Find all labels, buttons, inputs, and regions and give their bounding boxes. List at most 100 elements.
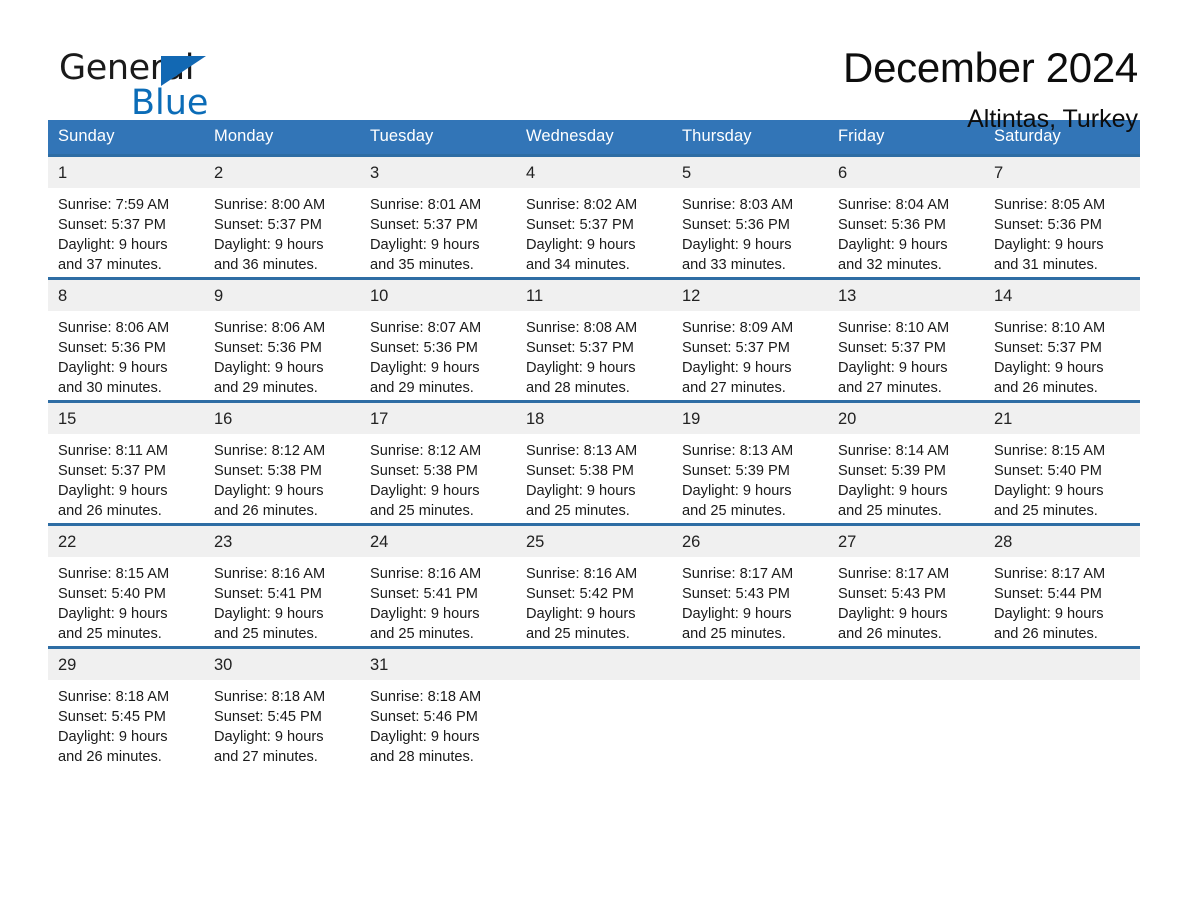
sunrise-text: Sunrise: 8:10 AM	[994, 320, 1106, 336]
sunrise-text: Sunrise: 8:07 AM	[370, 320, 482, 336]
sunset-text: Sunset: 5:37 PM	[682, 340, 790, 356]
daylight-text-line2: and 27 minutes.	[214, 749, 318, 765]
calendar-day-cell[interactable]: 4 Sunrise: 8:02 AM Sunset: 5:37 PM Daylight…	[516, 154, 672, 279]
daylight-text-line2: and 26 minutes.	[838, 626, 942, 642]
day-number: 14	[984, 280, 1140, 311]
calendar-day-cell[interactable]: 11 Sunrise: 8:08 AM Sunset: 5:37 PM Dayligh…	[516, 277, 672, 402]
day-details: Sunrise: 8:12 AM Sunset: 5:38 PM Daylight:…	[204, 434, 360, 521]
calendar-day-cell[interactable]: 1 Sunrise: 7:59 AM Sunset: 5:37 PM Daylight…	[48, 154, 204, 279]
calendar-day-cell[interactable]: 23 Sunrise: 8:16 AM Sunset: 5:41 PM Dayligh…	[204, 523, 360, 648]
daylight-text-line2: and 25 minutes.	[214, 626, 318, 642]
sunset-text: Sunset: 5:37 PM	[526, 340, 634, 356]
day-details: Sunrise: 8:04 AM Sunset: 5:36 PM Daylight:…	[828, 188, 984, 275]
day-number: 16	[204, 403, 360, 434]
day-number: 12	[672, 280, 828, 311]
sunrise-text: Sunrise: 8:00 AM	[214, 197, 326, 213]
daylight-text-line2: and 32 minutes.	[838, 257, 942, 273]
day-details: Sunrise: 8:15 AM Sunset: 5:40 PM Daylight:…	[48, 557, 204, 644]
daylight-text-line1: Daylight: 9 hours	[838, 360, 948, 376]
calendar-day-cell[interactable]: 19 Sunrise: 8:13 AM Sunset: 5:39 PM Dayligh…	[672, 400, 828, 525]
calendar-day-cell[interactable]: 5 Sunrise: 8:03 AM Sunset: 5:36 PM Daylight…	[672, 154, 828, 279]
day-details: Sunrise: 8:05 AM Sunset: 5:36 PM Daylight:…	[984, 188, 1140, 275]
day-number: 3	[360, 157, 516, 188]
day-number	[984, 649, 1140, 680]
sunrise-text: Sunrise: 8:16 AM	[214, 566, 326, 582]
calendar-day-cell[interactable]: 6 Sunrise: 8:04 AM Sunset: 5:36 PM Daylight…	[828, 154, 984, 279]
calendar-day-cell[interactable]: 22 Sunrise: 8:15 AM Sunset: 5:40 PM Dayligh…	[48, 523, 204, 648]
calendar-day-cell[interactable]: 14 Sunrise: 8:10 AM Sunset: 5:37 PM Dayligh…	[984, 277, 1140, 402]
calendar-day-cell[interactable]: 24 Sunrise: 8:16 AM Sunset: 5:41 PM Dayligh…	[360, 523, 516, 648]
sunrise-text: Sunrise: 8:01 AM	[370, 197, 482, 213]
day-details: Sunrise: 8:16 AM Sunset: 5:42 PM Daylight:…	[516, 557, 672, 644]
calendar-day-cell[interactable]: 27 Sunrise: 8:17 AM Sunset: 5:43 PM Dayligh…	[828, 523, 984, 648]
calendar-day-cell[interactable]: 16 Sunrise: 8:12 AM Sunset: 5:38 PM Dayligh…	[204, 400, 360, 525]
daylight-text-line2: and 25 minutes.	[58, 626, 162, 642]
day-number: 22	[48, 526, 204, 557]
day-number: 17	[360, 403, 516, 434]
day-number: 27	[828, 526, 984, 557]
day-details: Sunrise: 8:17 AM Sunset: 5:43 PM Daylight:…	[828, 557, 984, 644]
sunset-text: Sunset: 5:42 PM	[526, 586, 634, 602]
calendar-day-cell[interactable]: 7 Sunrise: 8:05 AM Sunset: 5:36 PM Daylight…	[984, 154, 1140, 279]
sunset-text: Sunset: 5:43 PM	[682, 586, 790, 602]
daylight-text-line1: Daylight: 9 hours	[58, 729, 168, 745]
calendar-day-cell[interactable]: 30 Sunrise: 8:18 AM Sunset: 5:45 PM Dayligh…	[204, 646, 360, 769]
calendar-day-cell[interactable]: 9 Sunrise: 8:06 AM Sunset: 5:36 PM Daylight…	[204, 277, 360, 402]
calendar-day-cell[interactable]: 31 Sunrise: 8:18 AM Sunset: 5:46 PM Dayligh…	[360, 646, 516, 769]
daylight-text-line1: Daylight: 9 hours	[526, 237, 636, 253]
daylight-text-line1: Daylight: 9 hours	[58, 483, 168, 499]
calendar-day-cell[interactable]: 3 Sunrise: 8:01 AM Sunset: 5:37 PM Daylight…	[360, 154, 516, 279]
day-details: Sunrise: 8:10 AM Sunset: 5:37 PM Daylight:…	[984, 311, 1140, 398]
day-number: 11	[516, 280, 672, 311]
day-details: Sunrise: 8:14 AM Sunset: 5:39 PM Daylight:…	[828, 434, 984, 521]
calendar-day-cell[interactable]: 25 Sunrise: 8:16 AM Sunset: 5:42 PM Dayligh…	[516, 523, 672, 648]
day-number: 18	[516, 403, 672, 434]
daylight-text-line2: and 33 minutes.	[682, 257, 786, 273]
calendar-day-cell[interactable]: 26 Sunrise: 8:17 AM Sunset: 5:43 PM Dayligh…	[672, 523, 828, 648]
sunset-text: Sunset: 5:37 PM	[838, 340, 946, 356]
daylight-text-line1: Daylight: 9 hours	[214, 483, 324, 499]
calendar-day-cell[interactable]: 13 Sunrise: 8:10 AM Sunset: 5:37 PM Dayligh…	[828, 277, 984, 402]
daylight-text-line1: Daylight: 9 hours	[58, 237, 168, 253]
day-details: Sunrise: 8:13 AM Sunset: 5:39 PM Daylight:…	[672, 434, 828, 521]
calendar-day-cell[interactable]: 18 Sunrise: 8:13 AM Sunset: 5:38 PM Dayligh…	[516, 400, 672, 525]
general-blue-logo[interactable]: General Blue	[59, 48, 319, 122]
day-number	[516, 649, 672, 680]
daylight-text-line2: and 25 minutes.	[838, 503, 942, 519]
day-number: 9	[204, 280, 360, 311]
sunrise-text: Sunrise: 8:06 AM	[214, 320, 326, 336]
day-number: 4	[516, 157, 672, 188]
calendar-week-row: 1 Sunrise: 7:59 AM Sunset: 5:37 PM Daylight…	[48, 154, 1140, 279]
calendar-day-cell-empty	[516, 646, 672, 769]
sunset-text: Sunset: 5:38 PM	[214, 463, 322, 479]
day-number: 24	[360, 526, 516, 557]
calendar-day-cell-empty	[984, 646, 1140, 769]
daylight-text-line1: Daylight: 9 hours	[682, 237, 792, 253]
day-details: Sunrise: 8:08 AM Sunset: 5:37 PM Daylight:…	[516, 311, 672, 398]
day-details: Sunrise: 8:03 AM Sunset: 5:36 PM Daylight:…	[672, 188, 828, 275]
sunset-text: Sunset: 5:36 PM	[370, 340, 478, 356]
day-details: Sunrise: 8:09 AM Sunset: 5:37 PM Daylight:…	[672, 311, 828, 398]
day-details: Sunrise: 8:16 AM Sunset: 5:41 PM Daylight:…	[204, 557, 360, 644]
daylight-text-line1: Daylight: 9 hours	[682, 606, 792, 622]
calendar-day-cell[interactable]: 20 Sunrise: 8:14 AM Sunset: 5:39 PM Dayligh…	[828, 400, 984, 525]
calendar-day-cell[interactable]: 2 Sunrise: 8:00 AM Sunset: 5:37 PM Daylight…	[204, 154, 360, 279]
calendar-day-cell[interactable]: 8 Sunrise: 8:06 AM Sunset: 5:36 PM Daylight…	[48, 277, 204, 402]
sunset-text: Sunset: 5:36 PM	[838, 217, 946, 233]
page-header: General Blue December 2024 Altintas, Tur…	[48, 0, 1140, 133]
calendar-day-cell[interactable]: 28 Sunrise: 8:17 AM Sunset: 5:44 PM Dayligh…	[984, 523, 1140, 648]
calendar-day-cell[interactable]: 17 Sunrise: 8:12 AM Sunset: 5:38 PM Dayligh…	[360, 400, 516, 525]
calendar-day-cell[interactable]: 10 Sunrise: 8:07 AM Sunset: 5:36 PM Dayligh…	[360, 277, 516, 402]
daylight-text-line1: Daylight: 9 hours	[214, 237, 324, 253]
sunrise-text: Sunrise: 8:18 AM	[58, 689, 170, 705]
daylight-text-line1: Daylight: 9 hours	[526, 606, 636, 622]
sunset-text: Sunset: 5:39 PM	[682, 463, 790, 479]
calendar-day-cell[interactable]: 12 Sunrise: 8:09 AM Sunset: 5:37 PM Dayligh…	[672, 277, 828, 402]
day-details: Sunrise: 7:59 AM Sunset: 5:37 PM Daylight:…	[48, 188, 204, 275]
sunrise-text: Sunrise: 8:18 AM	[370, 689, 482, 705]
calendar-day-cell[interactable]: 15 Sunrise: 8:11 AM Sunset: 5:37 PM Dayligh…	[48, 400, 204, 525]
calendar-day-cell[interactable]: 29 Sunrise: 8:18 AM Sunset: 5:45 PM Dayligh…	[48, 646, 204, 769]
sunrise-text: Sunrise: 8:05 AM	[994, 197, 1106, 213]
day-details	[672, 680, 828, 687]
calendar-day-cell[interactable]: 21 Sunrise: 8:15 AM Sunset: 5:40 PM Dayligh…	[984, 400, 1140, 525]
